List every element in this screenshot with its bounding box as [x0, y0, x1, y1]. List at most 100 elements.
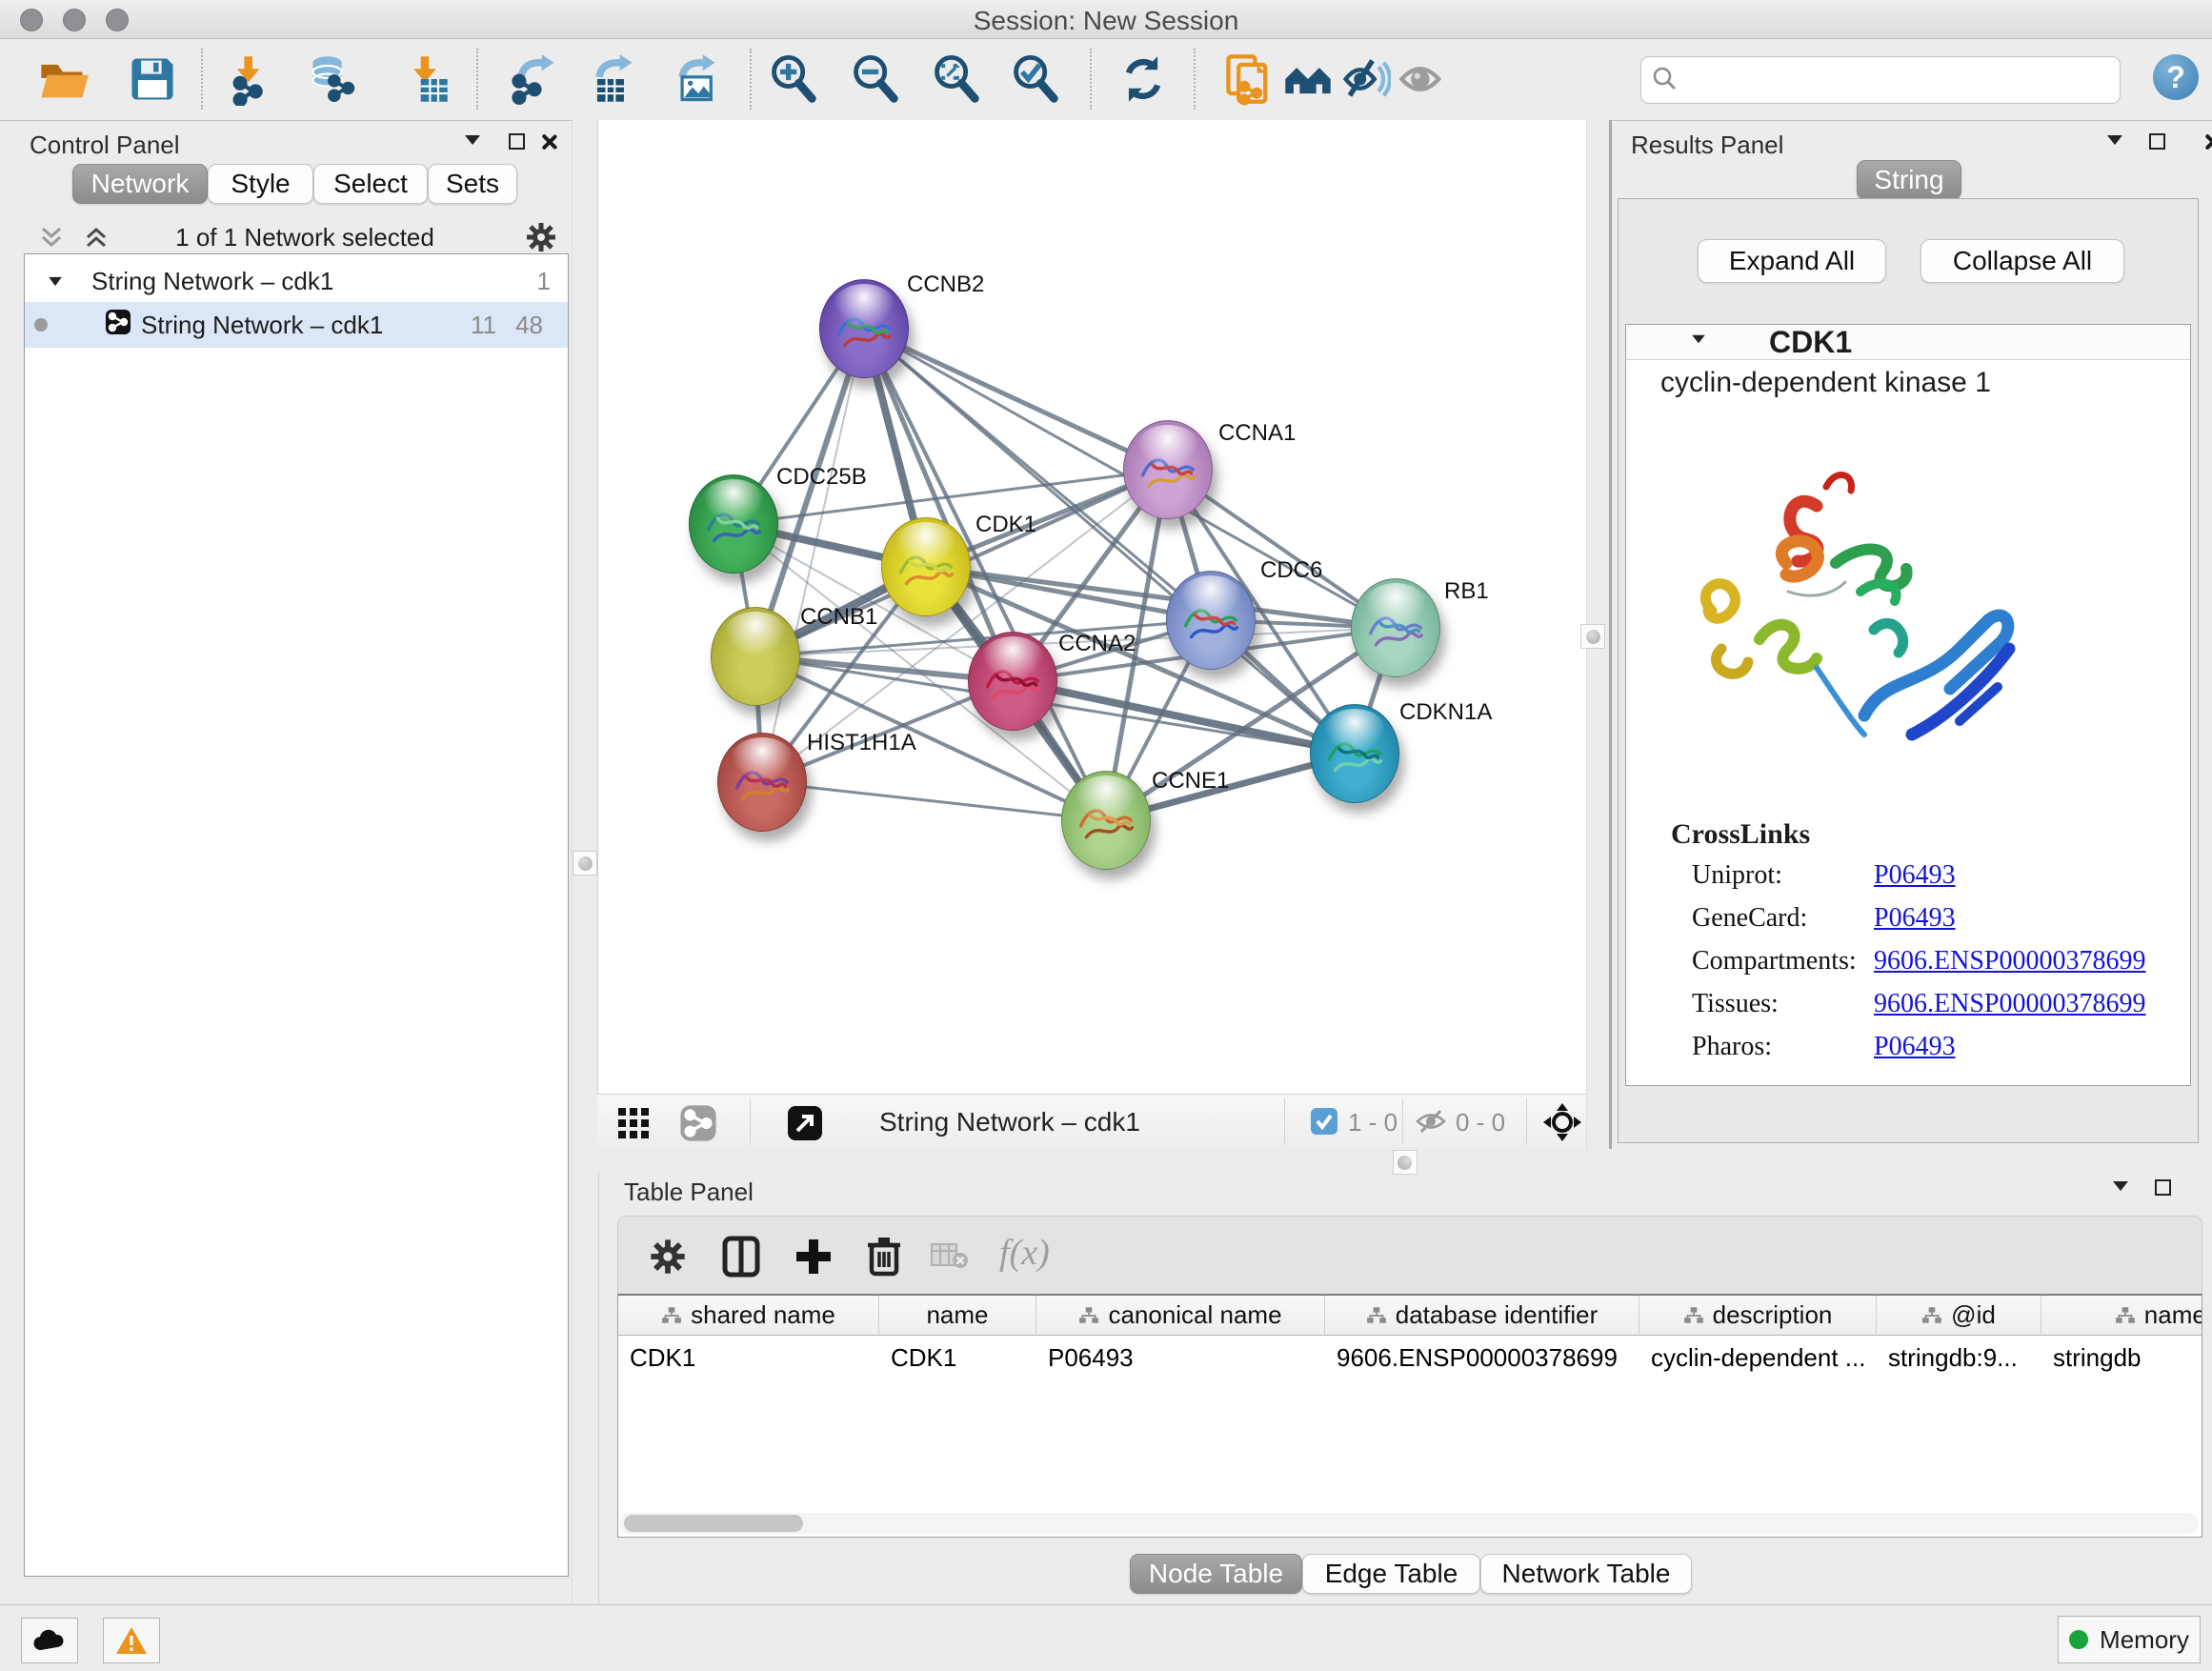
- collection-expander-icon[interactable]: [49, 276, 62, 285]
- control-panel-float-icon[interactable]: [509, 133, 525, 150]
- table-cell[interactable]: P06493: [1036, 1336, 1325, 1379]
- node-CDC6[interactable]: [1166, 571, 1256, 670]
- node-CDK1[interactable]: [881, 517, 971, 616]
- table-cell[interactable]: stringdb:9...: [1877, 1336, 2041, 1379]
- first-neighbors-icon[interactable]: [1281, 52, 1335, 106]
- network-row-selected[interactable]: String Network – cdk1 11 48: [25, 302, 568, 348]
- warnings-button[interactable]: [103, 1618, 160, 1663]
- network-birdseye-icon[interactable]: [679, 1104, 717, 1147]
- tab-style[interactable]: Style: [208, 164, 313, 204]
- export-table-icon[interactable]: [585, 52, 638, 106]
- node-CCNE1[interactable]: [1061, 771, 1151, 870]
- results-tab-string[interactable]: String: [1857, 160, 1961, 200]
- tab-select[interactable]: Select: [313, 164, 428, 204]
- table-hscrollbar-thumb[interactable]: [624, 1515, 803, 1532]
- show-columns-icon[interactable]: [721, 1236, 761, 1282]
- crosslink-label: Tissues:: [1692, 989, 1779, 1019]
- results-panel-close-icon[interactable]: [2202, 132, 2212, 151]
- column-header-canonical-name[interactable]: canonical name: [1036, 1296, 1325, 1336]
- node-CDC25B[interactable]: [689, 474, 778, 574]
- crosslink-link[interactable]: P06493: [1874, 903, 1956, 934]
- search-input[interactable]: [1687, 65, 2120, 96]
- delete-column-icon[interactable]: [864, 1234, 904, 1282]
- node-RB1[interactable]: [1351, 578, 1440, 677]
- gene-expander-icon[interactable]: [1692, 335, 1705, 344]
- results-panel-float-icon[interactable]: [2149, 133, 2165, 150]
- tab-sets[interactable]: Sets: [428, 164, 517, 204]
- column-header-shared-name[interactable]: shared name: [618, 1296, 879, 1336]
- column-header-namespace[interactable]: namespace: [2041, 1296, 2202, 1336]
- network-view-toolbar: String Network – cdk1 1 - 0 0 - 0: [597, 1094, 1586, 1150]
- left-splitter-handle[interactable]: [573, 851, 597, 876]
- table-panel-float-icon[interactable]: [2155, 1179, 2171, 1196]
- help-button[interactable]: ?: [2153, 54, 2199, 100]
- collapse-all-networks-icon[interactable]: [37, 223, 66, 256]
- table-hscrollbar[interactable]: [619, 1513, 2199, 1534]
- export-network-icon[interactable]: [507, 52, 560, 106]
- open-in-window-icon[interactable]: [786, 1104, 824, 1147]
- import-database-icon[interactable]: [307, 52, 360, 106]
- zoom-fit-icon[interactable]: [930, 52, 983, 106]
- import-network-icon[interactable]: [226, 52, 279, 106]
- network-collection-row[interactable]: String Network – cdk1 1: [25, 262, 568, 300]
- node-CCNB1[interactable]: [711, 607, 800, 706]
- table-splitter-handle[interactable]: [1393, 1150, 1418, 1175]
- function-builder-button: f(x): [999, 1232, 1050, 1274]
- table-cell[interactable]: 9606.ENSP00000378699: [1325, 1336, 1639, 1379]
- search-field[interactable]: [1640, 56, 2121, 104]
- crosslink-link[interactable]: P06493: [1874, 860, 1956, 891]
- tab-node-table[interactable]: Node Table: [1130, 1554, 1302, 1594]
- crosslink-link[interactable]: 9606.ENSP00000378699: [1874, 946, 2145, 976]
- table-panel-collapse-icon[interactable]: [2113, 1181, 2128, 1191]
- results-panel-collapse-icon[interactable]: [2107, 135, 2122, 145]
- table-cell[interactable]: stringdb: [2041, 1336, 2202, 1379]
- save-session-icon[interactable]: [126, 52, 179, 106]
- right-splitter-handle[interactable]: [1580, 624, 1605, 649]
- network-edge[interactable]: [864, 329, 1168, 470]
- gene-header-row[interactable]: CDK1: [1626, 325, 2190, 360]
- crosslink-link[interactable]: 9606.ENSP00000378699: [1874, 989, 2145, 1019]
- hide-selected-icon[interactable]: [1337, 52, 1391, 106]
- tab-network[interactable]: Network: [72, 164, 208, 204]
- strip-separator: [750, 1098, 751, 1144]
- column-header-@id[interactable]: @id: [1877, 1296, 2041, 1336]
- node-CCNA2[interactable]: [968, 632, 1057, 731]
- node-CCNB2[interactable]: [819, 279, 909, 378]
- grid-view-icon[interactable]: [616, 1106, 651, 1145]
- import-table-icon[interactable]: [398, 52, 452, 106]
- table-cell[interactable]: cyclin-dependent ...: [1639, 1336, 1877, 1379]
- export-image-icon[interactable]: [668, 52, 721, 106]
- fit-selected-crosshair-icon[interactable]: [1542, 1102, 1582, 1147]
- selected-checkbox-icon[interactable]: [1310, 1107, 1338, 1140]
- tab-network-table[interactable]: Network Table: [1480, 1554, 1692, 1594]
- node-CCNA1[interactable]: [1123, 420, 1213, 519]
- memory-button[interactable]: Memory: [2058, 1616, 2201, 1663]
- node-HIST1H1A[interactable]: [717, 733, 807, 832]
- control-panel-close-icon[interactable]: [539, 132, 558, 151]
- column-header-database-identifier[interactable]: database identifier: [1325, 1296, 1639, 1336]
- crosslink-link[interactable]: P06493: [1874, 1032, 1956, 1062]
- duplicate-network-icon[interactable]: [1222, 52, 1276, 106]
- column-header-description[interactable]: description: [1639, 1296, 1877, 1336]
- network-edge[interactable]: [762, 782, 1106, 820]
- open-session-icon[interactable]: [37, 52, 90, 106]
- refresh-icon[interactable]: [1116, 52, 1170, 106]
- column-header-name[interactable]: name: [879, 1296, 1036, 1336]
- expand-all-button[interactable]: Expand All: [1698, 239, 1886, 283]
- zoom-in-icon[interactable]: [767, 52, 820, 106]
- tab-edge-table[interactable]: Edge Table: [1302, 1554, 1480, 1594]
- table-cell[interactable]: CDK1: [618, 1336, 879, 1379]
- network-canvas[interactable]: CCNB2CCNA1CDC25BCDK1CDC6RB1CCNB1CCNA2CDK…: [597, 120, 1588, 1094]
- table-cell[interactable]: CDK1: [879, 1336, 1036, 1379]
- zoom-selected-icon[interactable]: [1009, 52, 1062, 106]
- node-CDKN1A[interactable]: [1310, 704, 1399, 803]
- table-gear-icon[interactable]: [649, 1238, 687, 1280]
- zoom-out-icon[interactable]: [849, 52, 902, 106]
- expand-all-networks-icon[interactable]: [82, 223, 111, 256]
- cloud-button[interactable]: [21, 1618, 78, 1663]
- control-panel-collapse-icon[interactable]: [465, 135, 480, 145]
- collapse-all-button[interactable]: Collapse All: [1920, 239, 2124, 283]
- table-tabs: Node TableEdge TableNetwork Table: [1130, 1554, 1692, 1594]
- create-column-icon[interactable]: [794, 1236, 834, 1282]
- network-edge[interactable]: [1013, 681, 1355, 754]
